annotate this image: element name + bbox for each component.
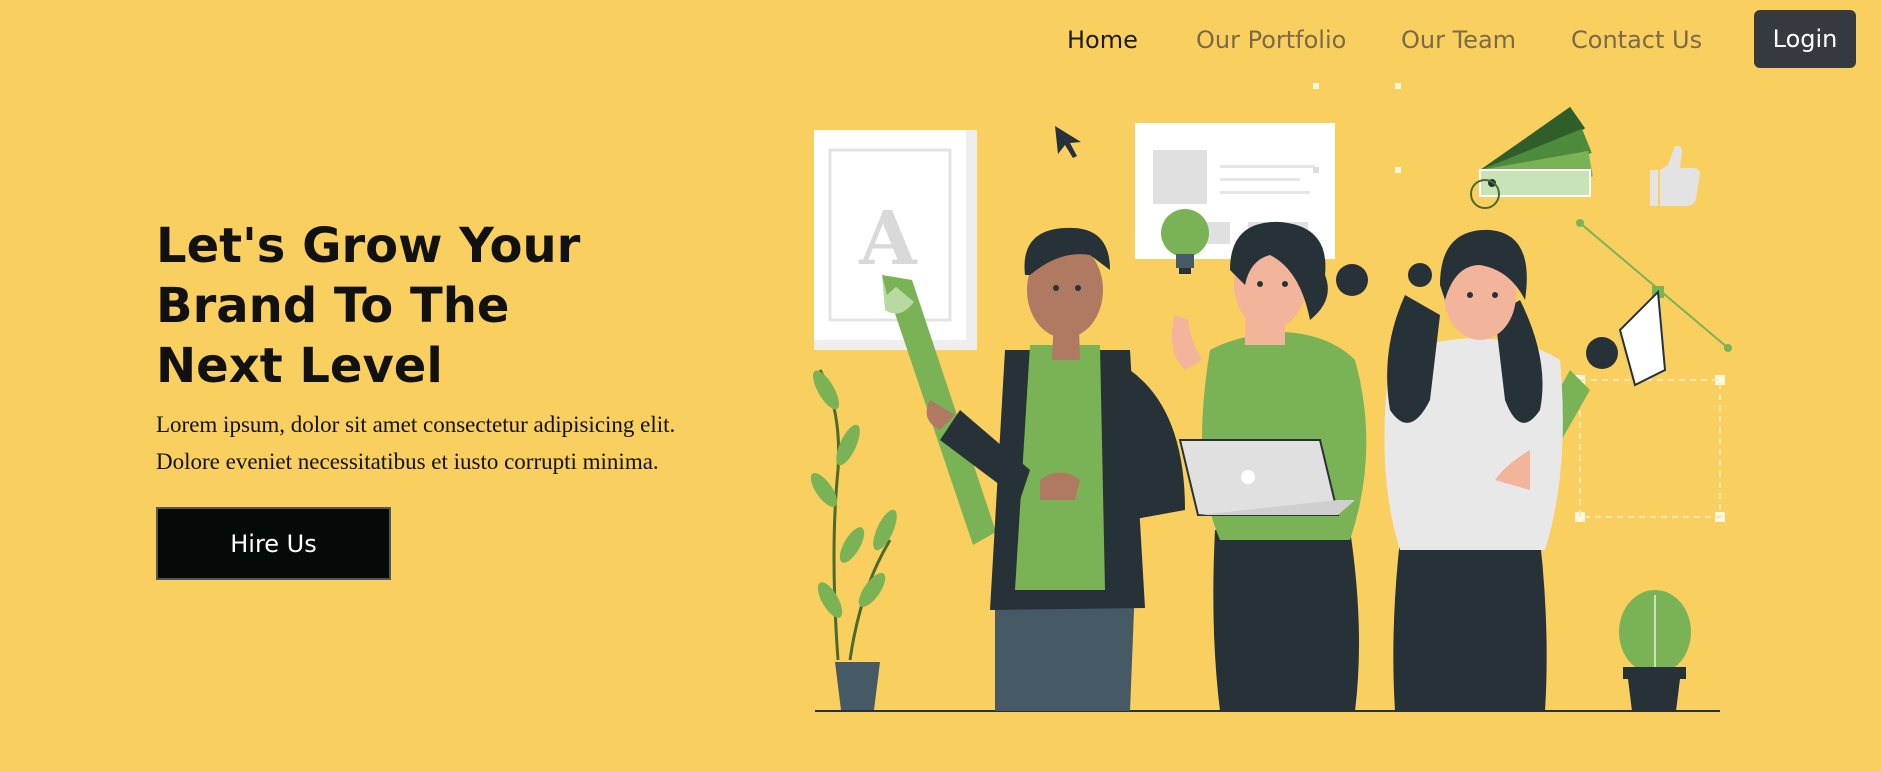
nav-contact-link[interactable]: Contact Us <box>1571 26 1702 54</box>
nav-home-link[interactable]: Home <box>1067 26 1138 54</box>
letter-a-text: A <box>858 196 918 282</box>
cactus-decoration <box>1619 590 1691 711</box>
cursor-icon <box>1055 126 1081 158</box>
hero-title-line: Next Level <box>156 338 443 394</box>
plant-decoration <box>810 369 897 710</box>
hero-description-line: Dolore eveniet necessitatibus et iusto c… <box>156 449 659 474</box>
thumbs-up-icon <box>1650 145 1700 206</box>
nav-portfolio-link[interactable]: Our Portfolio <box>1196 26 1346 54</box>
letter-frame-card: A <box>814 130 977 350</box>
lightbulb-icon <box>1161 209 1209 274</box>
hero-title-line: Let's Grow Your <box>156 218 581 274</box>
login-button[interactable]: Login <box>1754 10 1856 68</box>
hire-us-button[interactable]: Hire Us <box>156 507 391 580</box>
selection-box <box>1579 379 1721 518</box>
hero-description: Lorem ipsum, dolor sit amet consectetur … <box>156 406 756 480</box>
hero-title-line: Brand To The <box>156 278 510 334</box>
woman-with-laptop-figure <box>1171 221 1368 711</box>
color-swatch-icon <box>1470 106 1593 209</box>
hero-description-line: Lorem ipsum, dolor sit amet consectetur … <box>156 412 676 437</box>
team-illustration: A <box>810 83 1732 712</box>
hero-title: Let's Grow Your Brand To The Next Level <box>156 216 616 396</box>
top-navigation: Home Our Portfolio Our Team Contact Us L… <box>0 0 1881 80</box>
woman-with-pen-figure <box>1384 229 1563 711</box>
nav-team-link[interactable]: Our Team <box>1401 26 1516 54</box>
